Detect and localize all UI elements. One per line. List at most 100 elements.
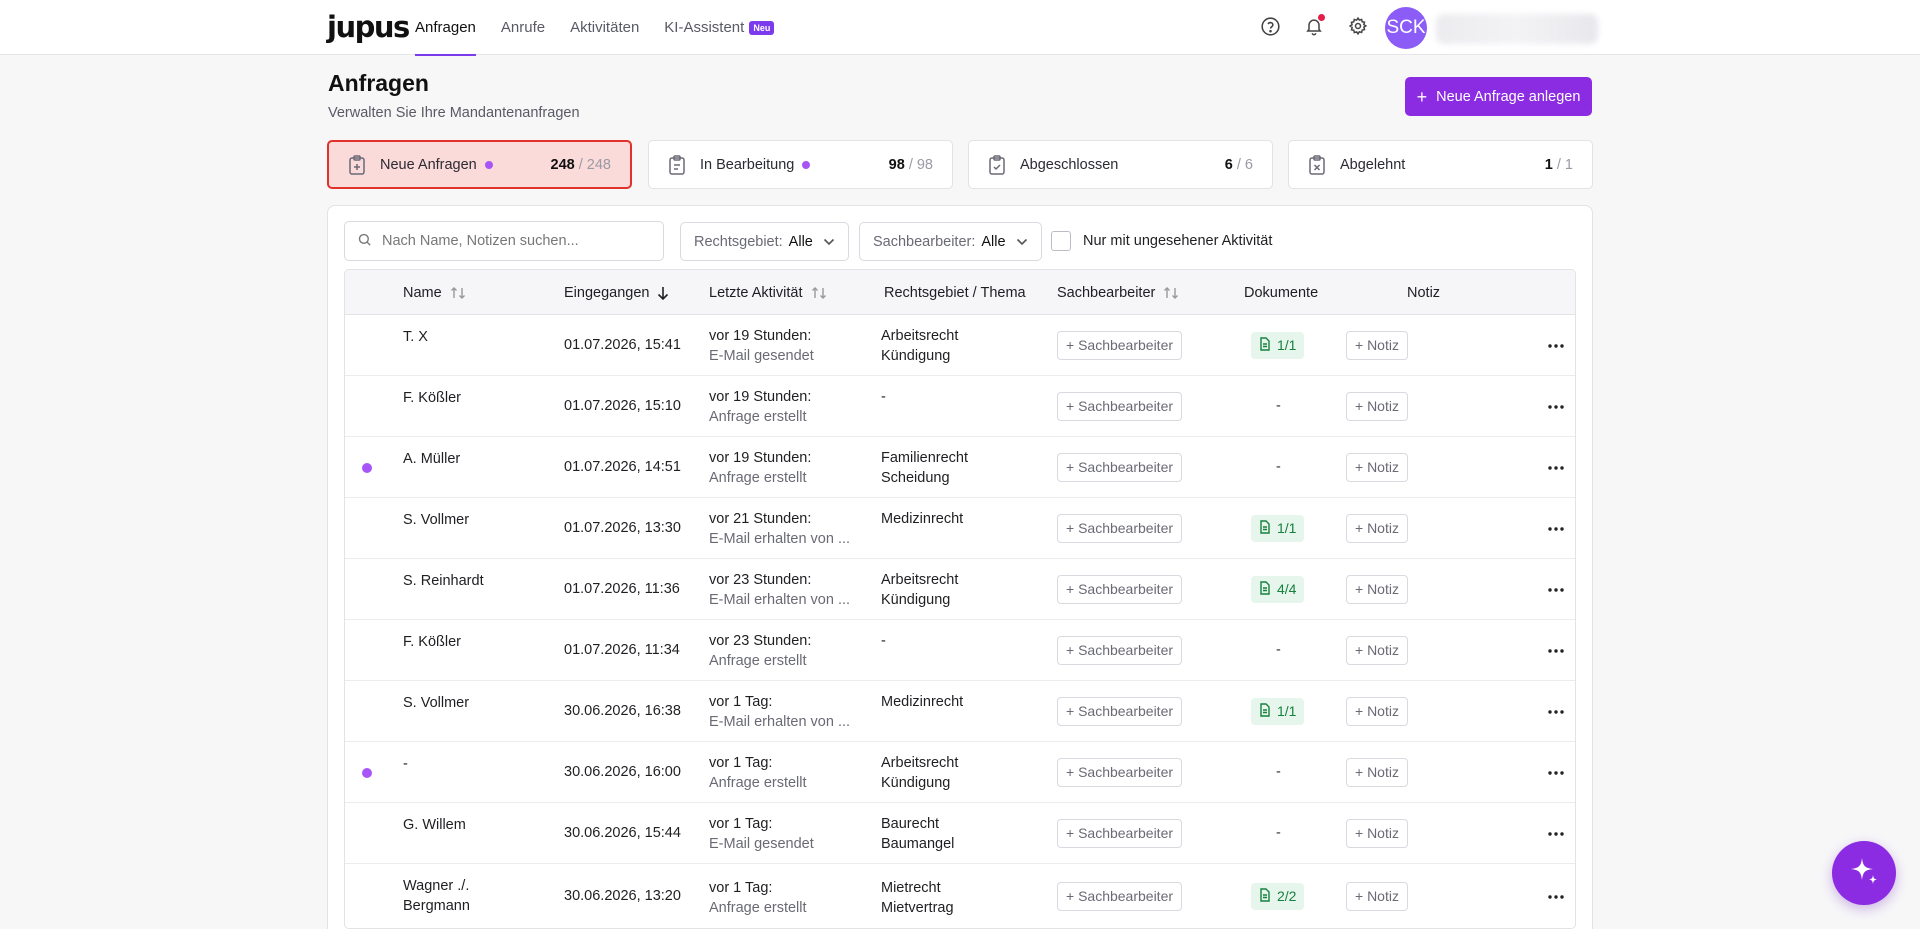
table-row[interactable]: G. Willem 30.06.2026, 15:44 vor 1 Tag: E-Ma… bbox=[345, 803, 1575, 864]
activity-time: vor 19 Stunden: bbox=[709, 328, 812, 344]
more-options-icon[interactable] bbox=[1544, 456, 1568, 480]
name-cell: G. Willem bbox=[403, 815, 466, 835]
more-options-icon[interactable] bbox=[1544, 822, 1568, 846]
more-options-icon[interactable] bbox=[1544, 639, 1568, 663]
nav-tab-anfragen[interactable]: Anfragen bbox=[415, 0, 476, 56]
column-label: Notiz bbox=[1407, 284, 1441, 301]
assign-sachbearbeiter-button[interactable]: + Sachbearbeiter bbox=[1057, 818, 1183, 848]
nav-tab-ki-assistent[interactable]: KI-Assistent Neu bbox=[664, 0, 775, 55]
assign-sachbearbeiter-button[interactable]: + Sachbearbeiter bbox=[1057, 452, 1183, 482]
stat-card-abgelehnt[interactable]: Abgelehnt 1 / 1 bbox=[1288, 140, 1593, 189]
ai-assistant-button[interactable] bbox=[1832, 841, 1896, 905]
stat-card-neue-anfragen[interactable]: Neue Anfragen 248 / 248 bbox=[327, 140, 632, 189]
new-badge: Neu bbox=[749, 20, 775, 35]
column-header-thema: Rechtsgebiet / Thema bbox=[884, 270, 1026, 315]
stat-card-in-bearbeitung[interactable]: In Bearbeitung 98 / 98 bbox=[648, 140, 953, 189]
column-header-sachbearbeiter[interactable]: Sachbearbeiter bbox=[1057, 270, 1179, 315]
client-name: A. Müller bbox=[403, 451, 461, 467]
user-name-redacted[interactable] bbox=[1436, 14, 1598, 44]
assign-sachbearbeiter-button[interactable]: + Sachbearbeiter bbox=[1057, 330, 1183, 360]
assign-sachbearbeiter-button[interactable]: + Sachbearbeiter bbox=[1057, 881, 1183, 911]
client-name-line2: Bergmann bbox=[403, 898, 470, 914]
activity-cell: vor 19 Stunden: Anfrage erstellt bbox=[709, 448, 811, 488]
assign-sachbearbeiter-button[interactable]: + Sachbearbeiter bbox=[1057, 513, 1183, 543]
new-inquiry-button[interactable]: + Neue Anfrage anlegen bbox=[1405, 77, 1592, 116]
assign-sachbearbeiter-button[interactable]: + Sachbearbeiter bbox=[1057, 757, 1183, 787]
table-row[interactable]: S. Reinhardt 01.07.2026, 11:36 vor 23 Stun… bbox=[345, 559, 1575, 620]
received-date: 30.06.2026, 15:44 bbox=[564, 824, 681, 841]
add-note-button[interactable]: + Notiz bbox=[1346, 330, 1408, 360]
add-note-button[interactable]: + Notiz bbox=[1346, 757, 1408, 787]
column-label: Sachbearbeiter bbox=[1057, 284, 1156, 301]
unseen-activity-filter[interactable]: Nur mit ungesehener Aktivität bbox=[1051, 231, 1272, 251]
app-logo[interactable]: jupus bbox=[327, 10, 410, 44]
unseen-activity-checkbox[interactable] bbox=[1051, 231, 1071, 251]
more-options-icon[interactable] bbox=[1544, 761, 1568, 785]
search-box[interactable] bbox=[344, 221, 664, 261]
new-inquiry-label: Neue Anfrage anlegen bbox=[1436, 88, 1581, 105]
more-options-icon[interactable] bbox=[1544, 578, 1568, 602]
add-note-button[interactable]: + Notiz bbox=[1346, 574, 1408, 604]
assign-sachbearbeiter-button[interactable]: + Sachbearbeiter bbox=[1057, 635, 1183, 665]
column-header-name[interactable]: Name bbox=[403, 270, 466, 315]
activity-text: Anfrage erstellt bbox=[709, 470, 807, 486]
search-input[interactable] bbox=[382, 233, 652, 249]
unseen-activity-label: Nur mit ungesehener Aktivität bbox=[1083, 233, 1273, 249]
assign-sachbearbeiter-button[interactable]: + Sachbearbeiter bbox=[1057, 696, 1183, 726]
activity-cell: vor 1 Tag: E-Mail erhalten von ... bbox=[709, 692, 850, 732]
legal-area: Mietrecht bbox=[881, 880, 941, 896]
filter-label: Rechtsgebiet: bbox=[694, 233, 783, 250]
documents-badge[interactable]: 1/1 bbox=[1251, 331, 1305, 359]
documents-badge[interactable]: 1/1 bbox=[1251, 514, 1305, 542]
nav-tab-label: Anrufe bbox=[500, 19, 546, 36]
add-note-button[interactable]: + Notiz bbox=[1346, 696, 1408, 726]
column-header-aktivitaet[interactable]: Letzte Aktivität bbox=[709, 270, 827, 315]
bell-icon[interactable] bbox=[1302, 14, 1326, 38]
add-note-button[interactable]: + Notiz bbox=[1346, 881, 1408, 911]
help-icon[interactable] bbox=[1258, 14, 1282, 38]
table-row[interactable]: S. Vollmer 30.06.2026, 16:38 vor 1 Tag: E-M… bbox=[345, 681, 1575, 742]
legal-area-cell: Medizinrecht bbox=[881, 509, 963, 529]
clipboard-check-icon bbox=[988, 154, 1008, 175]
stat-card-abgeschlossen[interactable]: Abgeschlossen 6 / 6 bbox=[968, 140, 1273, 189]
add-note-button[interactable]: + Notiz bbox=[1346, 635, 1408, 665]
rechtsgebiet-filter[interactable]: Rechtsgebiet: Alle bbox=[680, 222, 849, 261]
more-options-icon[interactable] bbox=[1544, 517, 1568, 541]
column-header-eingegangen[interactable]: Eingegangen bbox=[564, 270, 669, 315]
more-options-icon[interactable] bbox=[1544, 885, 1568, 909]
documents-badge[interactable]: 1/1 bbox=[1251, 697, 1305, 725]
table-row[interactable]: - 30.06.2026, 16:00 vor 1 Tag: Anfrage erst… bbox=[345, 742, 1575, 803]
more-options-icon[interactable] bbox=[1544, 395, 1568, 419]
user-avatar[interactable]: SCK bbox=[1385, 7, 1427, 49]
more-options-icon[interactable] bbox=[1544, 334, 1568, 358]
documents-badge[interactable]: 2/2 bbox=[1251, 882, 1305, 910]
add-note-button[interactable]: + Notiz bbox=[1346, 513, 1408, 543]
documents-badge[interactable]: 4/4 bbox=[1251, 575, 1305, 603]
legal-area-cell: Medizinrecht bbox=[881, 692, 963, 712]
table-row[interactable]: T. X 01.07.2026, 15:41 vor 19 Stunden: E-Ma… bbox=[345, 315, 1575, 376]
table-row[interactable]: S. Vollmer 01.07.2026, 13:30 vor 21 Stunde… bbox=[345, 498, 1575, 559]
nav-tab-aktivitaeten[interactable]: Aktivitäten bbox=[570, 0, 639, 55]
client-name: S. Vollmer bbox=[403, 512, 470, 528]
column-label: Eingegangen bbox=[564, 284, 650, 301]
table-row[interactable]: F. Kößler 01.07.2026, 11:34 vor 23 Stunden… bbox=[345, 620, 1575, 681]
table-row[interactable]: Wagner ./. Bergmann 30.06.2026, 13:20 vor 1… bbox=[345, 864, 1575, 928]
documents-empty: - bbox=[1276, 641, 1281, 658]
table-row[interactable]: A. Müller 01.07.2026, 14:51 vor 19 Stunden… bbox=[345, 437, 1575, 498]
activity-cell: vor 1 Tag: Anfrage erstellt bbox=[709, 753, 807, 793]
assign-sachbearbeiter-button[interactable]: + Sachbearbeiter bbox=[1057, 391, 1183, 421]
nav-tab-anrufe[interactable]: Anrufe bbox=[501, 0, 545, 55]
more-options-icon[interactable] bbox=[1544, 700, 1568, 724]
add-note-button[interactable]: + Notiz bbox=[1346, 818, 1408, 848]
table-row[interactable]: F. Kößler 01.07.2026, 15:10 vor 19 Stunden… bbox=[345, 376, 1575, 437]
add-note-button[interactable]: + Notiz bbox=[1346, 391, 1408, 421]
stat-count: 6 / 6 bbox=[1224, 156, 1253, 173]
assign-sachbearbeiter-button[interactable]: + Sachbearbeiter bbox=[1057, 574, 1183, 604]
column-header-notiz: Notiz bbox=[1407, 270, 1440, 315]
activity-time: vor 19 Stunden: bbox=[709, 450, 812, 466]
add-note-button[interactable]: + Notiz bbox=[1346, 452, 1408, 482]
sachbearbeiter-filter[interactable]: Sachbearbeiter: Alle bbox=[859, 222, 1042, 261]
gear-icon[interactable] bbox=[1346, 14, 1370, 38]
legal-topic: Kündigung bbox=[881, 775, 951, 791]
legal-area: - bbox=[881, 633, 886, 649]
